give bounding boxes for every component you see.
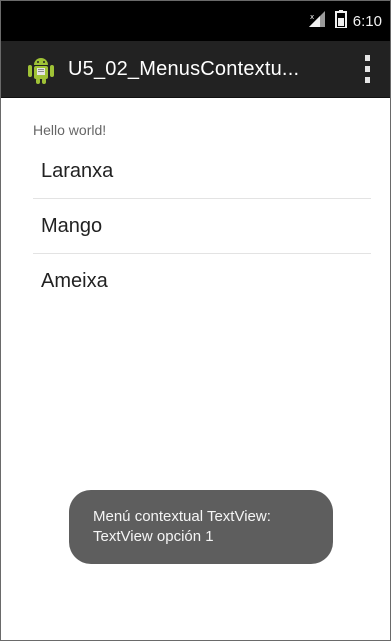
signal-icon: x	[308, 11, 329, 31]
status-bar: x 6:10	[1, 1, 390, 41]
android-robot-icon[interactable]	[25, 53, 57, 85]
overflow-dot	[364, 55, 370, 61]
toast-line-2: TextView opción 1	[93, 528, 214, 545]
overflow-dot	[364, 66, 370, 72]
list-item-ameixa[interactable]: Ameixa	[33, 254, 371, 309]
fruit-list: Laranxa Mango Ameixa	[33, 144, 371, 309]
list-item-laranxa[interactable]: Laranxa	[33, 144, 371, 199]
device-screen: x 6:10 U5_02_MenusContextu... Hello worl…	[0, 0, 391, 641]
toast-message: Menú contextual TextView: TextView opció…	[69, 490, 333, 564]
svg-text:x: x	[310, 13, 314, 21]
action-bar: U5_02_MenusContextu...	[1, 41, 390, 98]
app-title: U5_02_MenusContextu...	[68, 58, 300, 80]
hello-text[interactable]: Hello world!	[33, 122, 106, 138]
main-content: Hello world! Laranxa Mango Ameixa Menú c…	[1, 98, 390, 640]
battery-icon	[334, 10, 347, 32]
clock: 6:10	[352, 12, 382, 30]
overflow-menu-icon[interactable]	[356, 54, 378, 84]
toast-line-1: Menú contextual TextView:	[93, 508, 271, 525]
list-item-mango[interactable]: Mango	[33, 199, 371, 254]
status-icons: x 6:10	[308, 10, 382, 32]
overflow-dot	[364, 77, 370, 83]
